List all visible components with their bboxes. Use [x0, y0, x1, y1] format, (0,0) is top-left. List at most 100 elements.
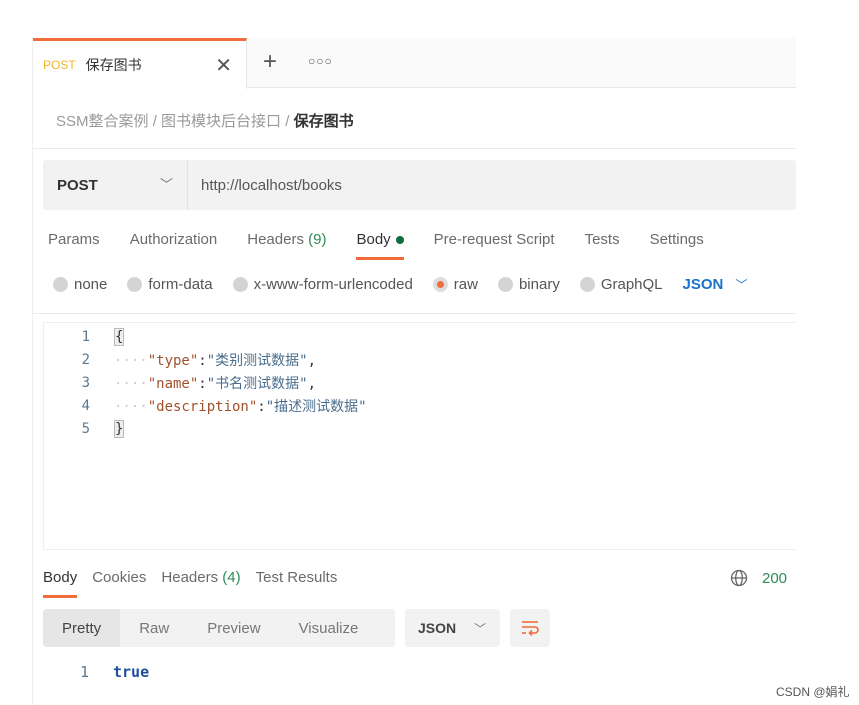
tab-cookies[interactable]: Cookies [92, 569, 146, 586]
code-line: 5} [44, 417, 125, 440]
radio-icon [53, 277, 68, 292]
divider [33, 313, 796, 314]
radio-binary[interactable]: binary [497, 276, 560, 293]
json-key: "description" [147, 398, 258, 415]
tab-body[interactable]: Body [356, 231, 404, 260]
line-number: 4 [81, 397, 90, 414]
wrap-lines-icon [522, 621, 539, 637]
response-body: 1 true [33, 663, 149, 681]
line-number: 5 [81, 420, 90, 437]
tab-label: Headers [161, 569, 219, 586]
method-select[interactable]: POST ﹀ [43, 160, 188, 210]
radio-label: GraphQL [600, 276, 663, 293]
body-type-options: none form-data x-www-form-urlencoded raw… [53, 276, 747, 293]
view-preview-button[interactable]: Preview [188, 609, 279, 647]
chevron-down-icon[interactable]: ﹀ [735, 276, 747, 293]
headers-count: (9) [308, 231, 327, 248]
code-text: ····"type":"类别测试数据", [114, 352, 317, 369]
tab-bar: POST 保存图书 ✕ + ○○○ [33, 38, 796, 89]
modified-dot-icon [395, 236, 404, 245]
radio-label: binary [518, 276, 560, 293]
radio-urlencoded[interactable]: x-www-form-urlencoded [232, 276, 413, 293]
status-code[interactable]: 200 [762, 570, 787, 587]
code-line: 4 ····"description":"描述测试数据" [44, 394, 367, 417]
view-visualize-button[interactable]: Visualize [280, 609, 378, 647]
view-pretty-button[interactable]: Pretty [43, 609, 121, 647]
response-tabs: Body Cookies Headers (4) Test Results [43, 569, 352, 598]
tab-title: 保存图书 [85, 57, 142, 73]
tab-headers[interactable]: Headers (9) [247, 231, 326, 248]
new-tab-plus-icon[interactable]: + [263, 48, 277, 76]
tab-label: Headers [247, 231, 304, 248]
breadcrumb-current: 保存图书 [293, 113, 354, 130]
line-number: 3 [81, 374, 90, 391]
chevron-down-icon: ﹀ [474, 621, 487, 636]
line-number: 1 [81, 328, 90, 345]
breadcrumb-separator: / [152, 113, 157, 130]
code-line: 1{ [44, 325, 125, 348]
code-line: 3 ····"name":"书名测试数据", [44, 371, 316, 394]
radio-icon [232, 277, 248, 292]
code-text: } [114, 419, 125, 438]
request-tab[interactable]: POST 保存图书 ✕ [33, 38, 247, 89]
radio-label: raw [453, 276, 478, 293]
line-number: 1 [79, 663, 89, 681]
json-value: "描述测试数据" [265, 398, 367, 415]
response-status: 200 [730, 569, 787, 587]
breadcrumb-item[interactable]: 图书模块后台接口 [161, 113, 281, 130]
format-value: JSON [418, 620, 457, 636]
json-key: "type" [147, 352, 199, 369]
response-value: true [113, 663, 150, 681]
radio-none[interactable]: none [53, 276, 107, 293]
watermark: CSDN @娟礼 [776, 685, 850, 699]
code-text: ····"name":"书名测试数据", [114, 375, 317, 392]
radio-icon [127, 277, 143, 292]
breadcrumb: SSM整合案例 / 图书模块后台接口 / 保存图书 [56, 110, 354, 131]
url-bar: POST ﹀ http://localhost/books [43, 160, 796, 210]
radio-raw[interactable]: raw [432, 276, 478, 293]
radio-label: form-data [148, 276, 213, 293]
close-icon[interactable]: ✕ [215, 53, 232, 78]
json-value: "类别测试数据" [206, 352, 308, 369]
divider [33, 148, 796, 149]
tab-response-headers[interactable]: Headers (4) [161, 569, 240, 586]
radio-label: x-www-form-urlencoded [253, 276, 413, 293]
postman-window: POST 保存图书 ✕ + ○○○ SSM整合案例 / 图书模块后台接口 / 保… [32, 38, 796, 705]
active-tab-underline [43, 595, 78, 598]
tab-test-results[interactable]: Test Results [256, 569, 338, 586]
tab-label: Body [43, 569, 78, 586]
code-text: { [114, 327, 125, 346]
radio-selected-icon [432, 277, 448, 292]
radio-icon [497, 277, 513, 292]
language-select[interactable]: JSON [683, 276, 724, 293]
radio-graphql[interactable]: GraphQL [579, 276, 663, 293]
line-number: 2 [81, 351, 90, 368]
tab-authorization[interactable]: Authorization [130, 231, 218, 248]
active-tab-underline [356, 257, 404, 260]
request-tabs: Params Authorization Headers (9) Body Pr… [48, 231, 734, 260]
view-mode-group: Pretty Raw Preview Visualize [43, 609, 395, 647]
url-input[interactable]: http://localhost/books [188, 177, 342, 194]
tab-prerequest-script[interactable]: Pre-request Script [434, 231, 555, 248]
radio-icon [579, 277, 595, 292]
tab-settings[interactable]: Settings [650, 231, 704, 248]
tab-params[interactable]: Params [48, 231, 100, 248]
tab-label: Body [356, 231, 391, 248]
headers-count: (4) [222, 569, 241, 586]
chevron-down-icon: ﹀ [159, 177, 173, 192]
globe-icon[interactable] [730, 569, 748, 587]
response-toolbar: Pretty Raw Preview Visualize JSON ﹀ [43, 609, 550, 647]
code-line: 2 ····"type":"类别测试数据", [44, 348, 316, 371]
radio-label: none [74, 276, 108, 293]
method-value: POST [57, 176, 98, 194]
wrap-lines-button[interactable] [510, 609, 550, 647]
breadcrumb-item[interactable]: SSM整合案例 [56, 113, 149, 130]
view-raw-button[interactable]: Raw [120, 609, 188, 647]
radio-form-data[interactable]: form-data [127, 276, 213, 293]
more-options-icon[interactable]: ○○○ [308, 54, 333, 68]
tab-method: POST [43, 58, 76, 72]
tab-tests[interactable]: Tests [585, 231, 620, 248]
body-editor[interactable]: 1{ 2 ····"type":"类别测试数据", 3 ····"name":"书名… [43, 322, 796, 550]
response-format-select[interactable]: JSON ﹀ [405, 609, 500, 647]
tab-response-body[interactable]: Body [43, 569, 78, 598]
